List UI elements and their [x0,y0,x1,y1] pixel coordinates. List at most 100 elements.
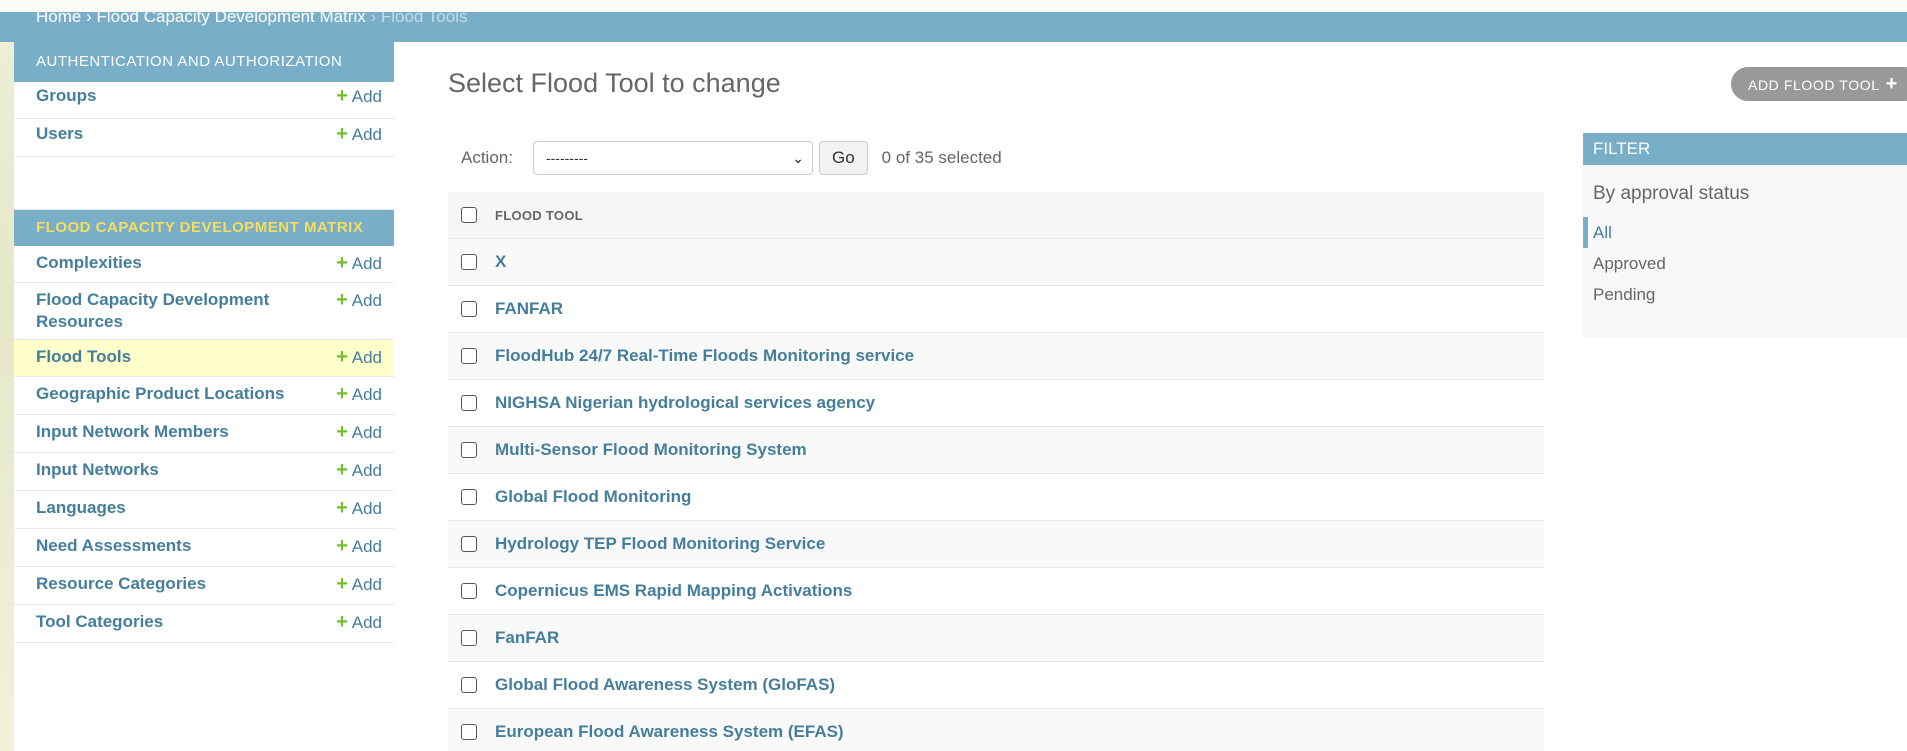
table-row: Multi-Sensor Flood Monitoring System [448,427,1544,474]
sidebar-item-tool-categories: Tool Categories + Add [14,605,394,643]
sidebar-item-label[interactable]: Input Networks [36,459,296,481]
row-checkbox[interactable] [461,630,477,646]
sidebar-item-flood-tools: Flood Tools + Add [14,340,394,377]
flood-tool-link[interactable]: Global Flood Monitoring [495,487,691,507]
breadcrumb-section[interactable]: Flood Capacity Development Matrix [96,12,365,26]
filter-options: All Approved Pending [1583,217,1907,310]
sidebar-item-label[interactable]: Input Network Members [36,421,296,443]
flood-tool-link[interactable]: Hydrology TEP Flood Monitoring Service [495,534,825,554]
add-input-network-members-link[interactable]: + Add [336,421,382,444]
breadcrumb-home[interactable]: Home [36,12,81,26]
add-input-networks-link[interactable]: + Add [336,459,382,482]
sidebar-item-label[interactable]: Geographic Product Locations [36,383,296,405]
add-label: Add [351,423,382,442]
add-flood-tools-link[interactable]: + Add [336,346,382,369]
add-label: Add [351,87,382,106]
row-checkbox[interactable] [461,301,477,317]
sidebar-item-label[interactable]: Groups [36,85,296,107]
table-row: Global Flood Awareness System (GloFAS) [448,662,1544,709]
actions-bar: Action: --------- ⌄ Go 0 of 35 selected [448,134,1544,182]
filter-option-approved[interactable]: Approved [1583,248,1907,279]
main-area: Authentication and Authorization Groups … [14,42,1907,751]
sidebar-item-label[interactable]: Resource Categories [36,573,296,595]
sidebar-item-complexities: Complexities + Add [14,246,394,283]
flood-tool-link[interactable]: European Flood Awareness System (EFAS) [495,722,844,742]
row-checkbox[interactable] [461,724,477,740]
plus-icon: + [336,123,348,145]
row-checkbox[interactable] [461,536,477,552]
flood-tool-link[interactable]: X [495,252,506,272]
module-caption-flood[interactable]: Flood Capacity Development Matrix [14,210,394,246]
plus-icon: + [336,85,348,107]
sidebar: Authentication and Authorization Groups … [14,42,394,751]
plus-icon: + [336,346,348,368]
filter-option-pending[interactable]: Pending [1583,279,1907,310]
add-label: Add [351,254,382,273]
plus-icon: + [336,421,348,443]
row-checkbox[interactable] [461,348,477,364]
sidebar-item-languages: Languages + Add [14,491,394,529]
filter-option-all[interactable]: All [1583,217,1907,248]
plus-icon: + [1885,73,1898,95]
top-bar [0,0,1907,12]
select-all-checkbox[interactable] [461,207,477,223]
page-edge [0,0,14,751]
add-flood-capacity-development-resources-link[interactable]: + Add [336,289,382,312]
plus-icon: + [336,383,348,405]
add-tool-categories-link[interactable]: + Add [336,611,382,634]
row-checkbox[interactable] [461,677,477,693]
add-label: Add [351,291,382,310]
table-header: Flood Tool [448,192,1544,239]
add-label: Add [351,461,382,480]
table-row: X [448,239,1544,286]
sidebar-item-label[interactable]: Tool Categories [36,611,296,633]
add-complexities-link[interactable]: + Add [336,252,382,275]
add-resource-categories-link[interactable]: + Add [336,573,382,596]
sidebar-item-input-networks: Input Networks + Add [14,453,394,491]
row-checkbox[interactable] [461,254,477,270]
sidebar-item-input-network-members: Input Network Members + Add [14,415,394,453]
go-button[interactable]: Go [818,141,868,175]
flood-tool-link[interactable]: Global Flood Awareness System (GloFAS) [495,675,835,695]
filter-heading: By approval status [1593,183,1750,204]
add-need-assessments-link[interactable]: + Add [336,535,382,558]
sidebar-item-label[interactable]: Flood Tools [36,346,296,368]
column-header-flood-tool[interactable]: Flood Tool [495,208,583,223]
add-users-link[interactable]: + Add [336,123,382,146]
add-languages-link[interactable]: + Add [336,497,382,520]
add-label: Add [351,499,382,518]
selection-counter: 0 of 35 selected [881,148,1002,167]
flood-tool-link[interactable]: FANFAR [495,299,563,319]
table-row: European Flood Awareness System (EFAS) [448,709,1544,751]
plus-icon: + [336,611,348,633]
add-label: Add [351,348,382,367]
row-checkbox[interactable] [461,395,477,411]
sidebar-item-label[interactable]: Need Assessments [36,535,296,557]
plus-icon: + [336,573,348,595]
sidebar-item-users: Users + Add [14,119,394,157]
table-row: FANFAR [448,286,1544,333]
add-geographic-product-locations-link[interactable]: + Add [336,383,382,406]
row-checkbox[interactable] [461,442,477,458]
sidebar-item-label[interactable]: Flood Capacity Development Resources [36,289,296,333]
breadcrumb-separator: › [81,12,97,26]
action-select[interactable]: --------- ⌄ [532,141,813,175]
flood-tool-link[interactable]: NIGHSA Nigerian hydrological services ag… [495,393,875,413]
flood-tool-link[interactable]: Copernicus EMS Rapid Mapping Activations [495,581,852,601]
results-table: Flood Tool X FANFAR FloodHub 24/7 Real-Tim… [448,192,1544,751]
sidebar-item-label[interactable]: Languages [36,497,296,519]
action-label: Action: [461,148,513,167]
sidebar-spacer [14,157,394,210]
sidebar-item-resource-categories: Resource Categories + Add [14,567,394,605]
flood-tool-link[interactable]: FanFAR [495,628,559,648]
row-checkbox[interactable] [461,489,477,505]
module-caption-auth[interactable]: Authentication and Authorization [14,42,394,82]
add-label: Add [351,125,382,144]
sidebar-item-label[interactable]: Complexities [36,252,296,274]
flood-tool-link[interactable]: Multi-Sensor Flood Monitoring System [495,440,807,460]
flood-tool-link[interactable]: FloodHub 24/7 Real-Time Floods Monitorin… [495,346,914,366]
add-groups-link[interactable]: + Add [336,85,382,108]
row-checkbox[interactable] [461,583,477,599]
add-flood-tool-button[interactable]: Add Flood Tool + [1731,67,1907,101]
sidebar-item-label[interactable]: Users [36,123,296,145]
